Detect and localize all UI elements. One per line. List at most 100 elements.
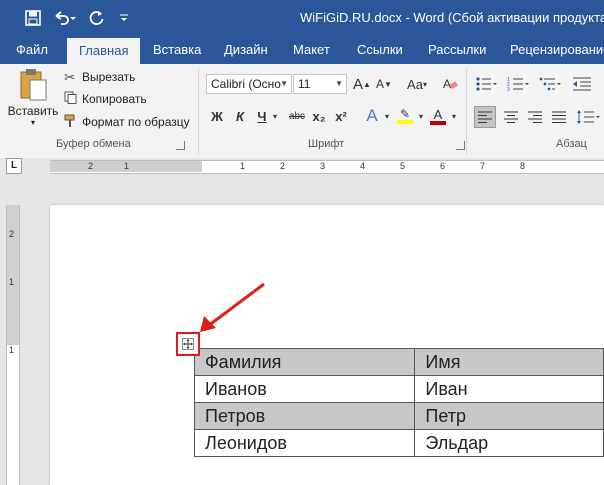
chevron-down-icon[interactable]: ▾ xyxy=(383,106,391,126)
grow-font-icon: A xyxy=(353,75,364,93)
shrink-font-button[interactable]: A ▼ xyxy=(374,74,394,94)
font-group-label: Шрифт xyxy=(308,138,345,150)
format-painter-button[interactable]: Формат по образцу xyxy=(64,113,190,131)
paragraph-group-label: Абзац xyxy=(556,138,587,150)
ruler-label: 1 xyxy=(240,161,246,171)
change-case-button[interactable]: Aa ▾ xyxy=(402,74,432,94)
table-cell[interactable]: Иван xyxy=(414,375,604,403)
paste-icon xyxy=(20,69,47,101)
bold-button[interactable]: Ж xyxy=(208,106,226,126)
cut-button[interactable]: ✂ Вырезать xyxy=(64,68,135,86)
tab-layout[interactable]: Макет xyxy=(293,36,330,64)
numbering-button[interactable]: 123 xyxy=(506,74,530,94)
copy-button[interactable]: Копировать xyxy=(64,90,147,108)
tab-selector[interactable]: L xyxy=(6,158,22,174)
font-color-icon: A xyxy=(433,106,443,122)
highlight-button[interactable]: ✎ xyxy=(394,106,416,126)
copy-label: Копировать xyxy=(82,92,147,106)
table-cell[interactable]: Петр xyxy=(414,402,604,430)
shrink-font-icon: A xyxy=(376,77,385,91)
underline-button[interactable]: Ч xyxy=(254,106,270,126)
document-title: WiFiGiD.RU.docx - Word (Сбой активации п… xyxy=(300,10,604,25)
table-cell[interactable]: Имя xyxy=(414,348,604,376)
chevron-down-icon[interactable]: ▾ xyxy=(450,106,458,126)
format-painter-label: Формат по образцу xyxy=(82,115,190,129)
font-size-value: 11 xyxy=(298,77,311,91)
tab-file[interactable]: Файл xyxy=(16,36,48,64)
table-cell[interactable]: Эльдар xyxy=(414,429,604,457)
ruler-label: 3 xyxy=(320,161,326,171)
multilevel-list-button[interactable] xyxy=(538,74,562,94)
tab-home[interactable]: Главная xyxy=(67,38,141,64)
ruler-label: 4 xyxy=(360,161,366,171)
chevron-down-icon: ▾ xyxy=(30,118,35,127)
chevron-down-icon: ▼ xyxy=(280,79,288,88)
table-row: Петров Петр xyxy=(193,402,604,430)
line-spacing-icon xyxy=(577,110,600,124)
italic-button[interactable]: К xyxy=(232,106,248,126)
indent-icon xyxy=(573,77,591,91)
justify-icon xyxy=(552,111,566,123)
svg-text:A: A xyxy=(443,77,451,91)
tab-design[interactable]: Дизайн xyxy=(224,36,268,64)
ruler-label: 6 xyxy=(440,161,446,171)
ruler-label: 1 xyxy=(124,161,130,171)
change-case-icon: Aa xyxy=(407,76,423,92)
grow-font-button[interactable]: A ▲ xyxy=(352,74,372,94)
table-cell[interactable]: Фамилия xyxy=(193,348,416,376)
ribbon-tabs: Файл Главная Вставка Дизайн Макет Ссылки… xyxy=(0,36,604,64)
align-right-button[interactable] xyxy=(524,106,546,128)
bullets-button[interactable] xyxy=(474,74,498,94)
separator xyxy=(198,68,199,154)
tab-review[interactable]: Рецензирование xyxy=(510,36,604,64)
font-color-swatch xyxy=(430,120,446,125)
decrease-indent-button[interactable] xyxy=(570,74,594,94)
strikethrough-button[interactable]: abc xyxy=(286,106,308,126)
tab-insert[interactable]: Вставка xyxy=(153,36,201,64)
chevron-down-icon[interactable]: ▾ xyxy=(271,106,279,126)
font-color-button[interactable]: A xyxy=(428,106,448,126)
font-size-field[interactable]: 11 ▼ xyxy=(293,74,347,94)
multilevel-list-icon xyxy=(539,77,561,91)
ruler-label: 8 xyxy=(520,161,526,171)
tab-references[interactable]: Ссылки xyxy=(357,36,403,64)
separator xyxy=(466,68,467,154)
bullet-list-icon xyxy=(476,77,497,91)
chevron-down-icon: ▾ xyxy=(422,79,427,89)
line-spacing-button[interactable] xyxy=(574,106,602,128)
align-left-button[interactable] xyxy=(474,106,496,128)
table-row: Иванов Иван xyxy=(193,375,604,403)
subscript-button[interactable]: x₂ xyxy=(310,106,328,126)
font-launcher-icon[interactable] xyxy=(456,141,465,150)
clear-formatting-button[interactable]: A xyxy=(440,74,460,94)
align-right-icon xyxy=(528,111,542,123)
eraser-icon: A xyxy=(443,77,458,91)
align-center-button[interactable] xyxy=(500,106,522,128)
cut-label: Вырезать xyxy=(82,70,136,84)
text-effects-button[interactable]: A xyxy=(362,106,382,126)
superscript-button[interactable]: x² xyxy=(332,106,350,126)
vertical-ruler-marks: 2 1 1 xyxy=(6,205,20,485)
move-icon xyxy=(182,338,194,350)
justify-button[interactable] xyxy=(548,106,570,128)
table-cell[interactable]: Петров xyxy=(193,402,416,430)
tab-mailings[interactable]: Рассылки xyxy=(428,36,486,64)
title-bar: WiFiGiD.RU.docx - Word (Сбой активации п… xyxy=(0,0,604,36)
font-name-value: Calibri (Осно xyxy=(211,77,281,91)
chevron-down-icon[interactable]: ▾ xyxy=(417,106,425,126)
highlighter-icon: ✎ xyxy=(399,107,411,121)
customize-icon[interactable] xyxy=(118,7,130,29)
clipboard-launcher-icon[interactable] xyxy=(176,141,185,150)
paste-button[interactable]: Вставить ▾ xyxy=(8,68,58,132)
table-cell[interactable]: Леонидов xyxy=(193,429,416,457)
font-name-field[interactable]: Calibri (Осно ▼ xyxy=(206,74,292,94)
undo-icon[interactable] xyxy=(52,7,78,29)
paintbrush-icon xyxy=(64,114,82,131)
table-cell[interactable]: Иванов xyxy=(193,375,416,403)
document-table[interactable]: Фамилия Имя Иванов Иван Петров Петр Леонидов Эл… xyxy=(193,348,604,457)
ruler-label: 1 xyxy=(9,277,15,287)
annotation-arrow xyxy=(200,282,265,332)
save-icon[interactable] xyxy=(24,7,42,29)
redo-icon[interactable] xyxy=(88,7,106,29)
ruler-label: 2 xyxy=(9,229,15,239)
